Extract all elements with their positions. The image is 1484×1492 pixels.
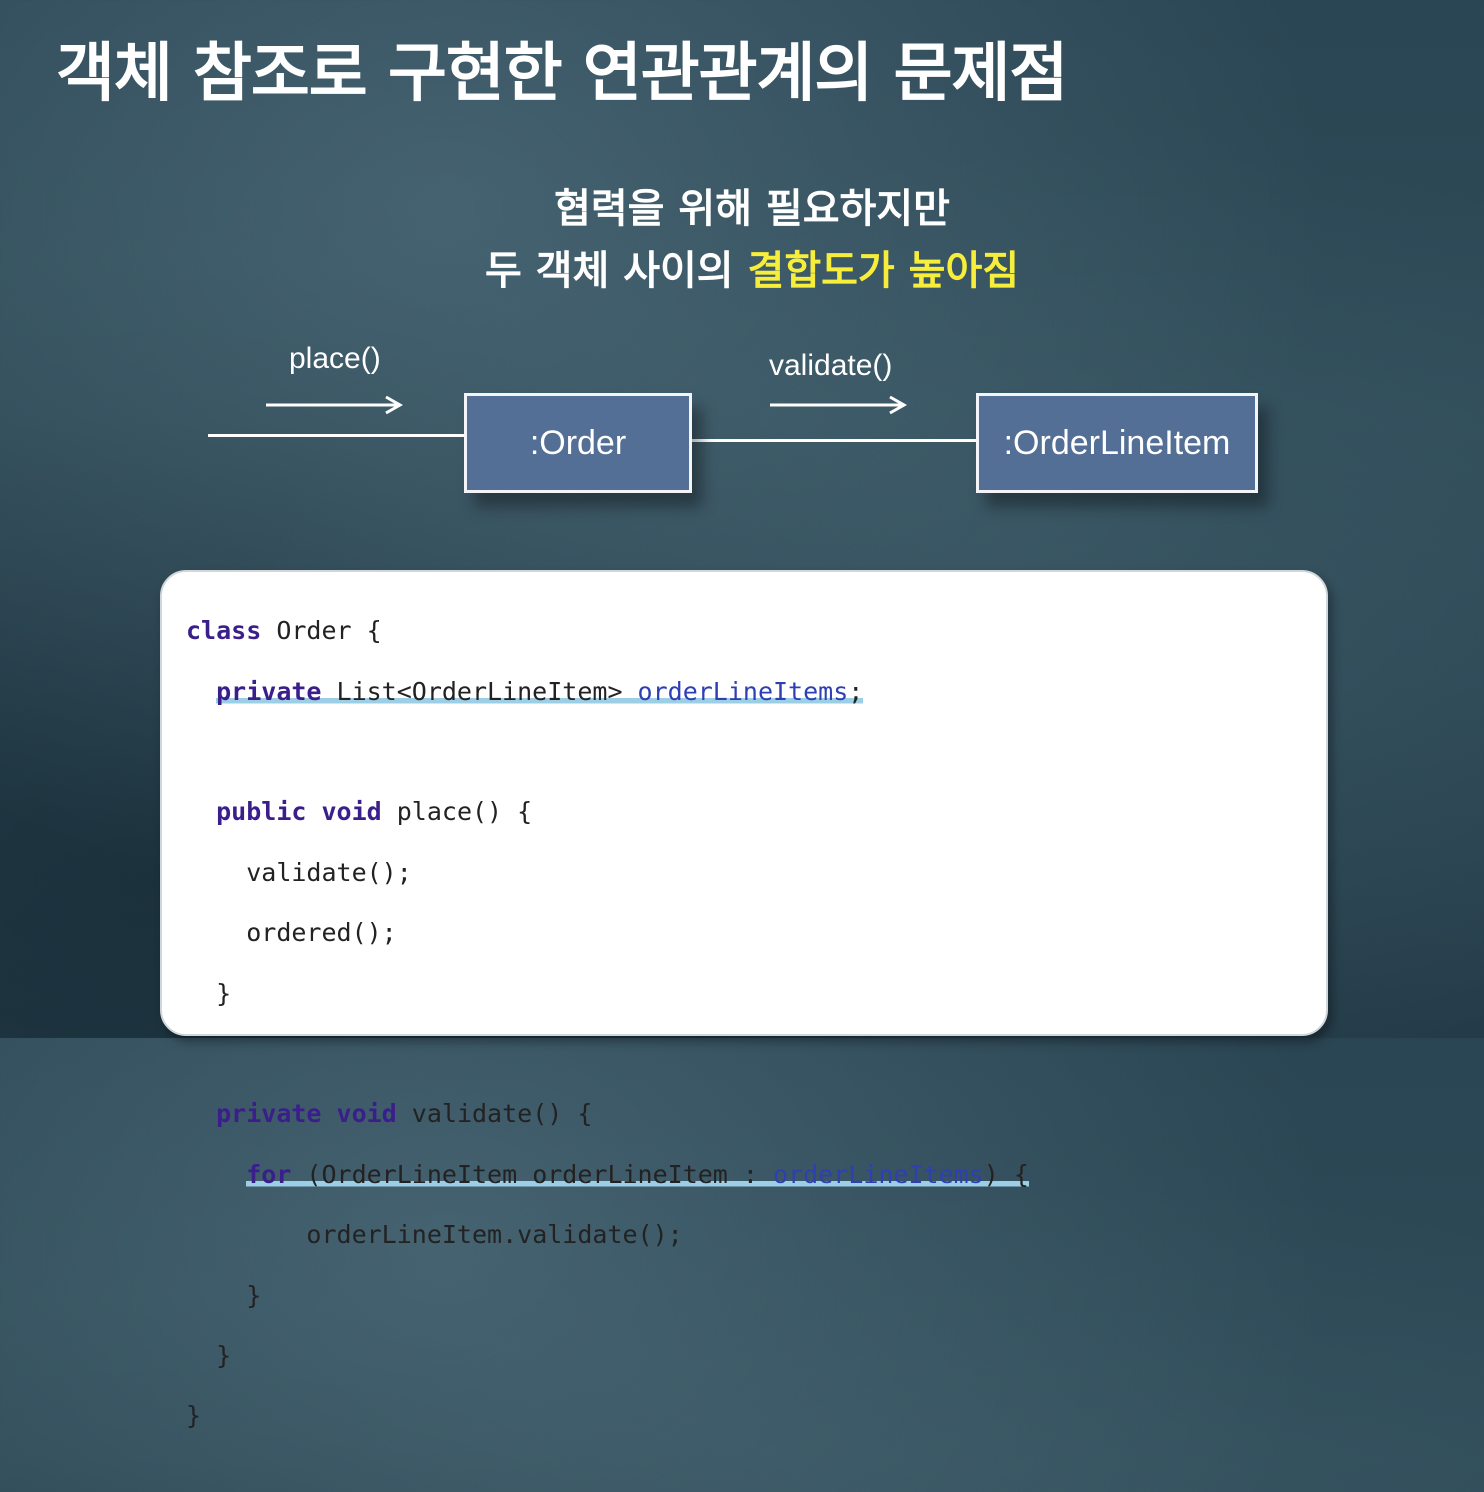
code-field: orderLineItems	[773, 1159, 984, 1189]
code-keyword: private	[216, 1099, 322, 1129]
code-keyword: void	[336, 1099, 397, 1129]
code-text: ;	[848, 676, 864, 706]
code-line-4: public void place() {	[186, 797, 1029, 827]
code-text: orderLineItem.validate();	[306, 1220, 683, 1250]
slide-title: 객체 참조로 구현한 연관관계의 문제점	[56, 37, 1068, 111]
code-block: class Order { private List<OrderLineItem…	[186, 586, 1029, 1492]
code-keyword: for	[246, 1159, 292, 1189]
code-line-9: private void validate() {	[186, 1099, 1029, 1129]
code-line-7: }	[186, 979, 1029, 1009]
code-text: validate() {	[396, 1099, 593, 1129]
code-line-11: orderLineItem.validate();	[186, 1220, 1029, 1250]
message-validate-label: validate()	[769, 349, 893, 382]
code-text: List<OrderLineItem>	[321, 676, 638, 706]
code-field: orderLineItems	[637, 676, 849, 706]
code-text: place() {	[381, 797, 533, 827]
code-text: }	[246, 1280, 262, 1310]
code-text: }	[216, 978, 232, 1008]
code-keyword: void	[321, 797, 382, 827]
code-keyword: public	[216, 797, 307, 827]
code-text: ordered();	[246, 918, 397, 948]
code-line-10: for (OrderLineItem orderLineItem : order…	[186, 1159, 1029, 1190]
code-underlined-field-decl: private List<OrderLineItem> orderLineIte…	[216, 676, 864, 706]
orderlineitem-object-box: :OrderLineItem	[976, 393, 1258, 493]
code-line-5: validate();	[186, 858, 1029, 888]
code-keyword: class	[186, 616, 262, 646]
code-text: Order {	[261, 616, 382, 646]
code-text: ) {	[983, 1159, 1029, 1189]
message-validate-arrow	[770, 395, 908, 415]
order-object-box: :Order	[464, 393, 692, 493]
orderlineitem-object-label: :OrderLineItem	[1003, 423, 1231, 462]
message-place-label: place()	[289, 342, 381, 375]
code-line-14: }	[186, 1401, 1029, 1431]
subtitle-line-1: 협력을 위해 필요하지만	[554, 186, 950, 232]
order-object-label: :Order	[529, 423, 627, 462]
code-text: (OrderLineItem orderLineItem :	[291, 1159, 774, 1189]
association-link	[691, 439, 977, 442]
code-text: validate();	[246, 857, 412, 887]
code-line-12: }	[186, 1281, 1029, 1311]
code-line-13: }	[186, 1341, 1029, 1371]
code-underlined-loop: for (OrderLineItem orderLineItem : order…	[246, 1159, 1029, 1189]
code-line-1: class Order {	[186, 616, 1029, 646]
incoming-link	[208, 434, 464, 437]
code-line-2: private List<OrderLineItem> orderLineIte…	[186, 676, 1029, 707]
code-keyword: private	[216, 676, 322, 706]
code-panel: class Order { private List<OrderLineItem…	[160, 570, 1328, 1430]
code-text: }	[216, 1340, 232, 1370]
message-place-arrow	[266, 395, 404, 415]
code-text: }	[186, 1401, 202, 1431]
code-line-6: ordered();	[186, 918, 1029, 948]
subtitle-line-2: 두 객체 사이의 결합도가 높아짐	[10, 238, 1484, 296]
subtitle-line-2-prefix: 두 객체 사이의	[484, 248, 748, 294]
subtitle-highlight: 결합도가 높아짐	[747, 248, 1020, 294]
